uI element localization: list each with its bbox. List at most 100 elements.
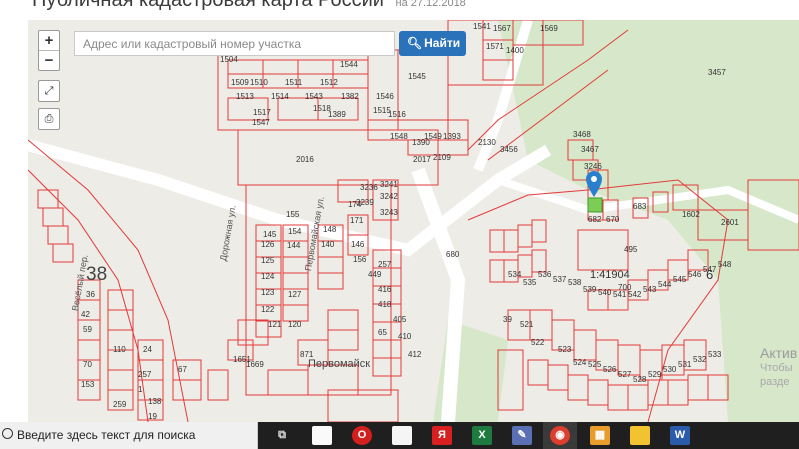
parcel-number-label: 1390 bbox=[412, 138, 430, 147]
parcel-number-label: 530 bbox=[663, 365, 677, 374]
parcel-number-label: 1541 bbox=[473, 22, 491, 31]
parcel-number-label: 529 bbox=[648, 370, 662, 379]
parcel-number-label: 39 bbox=[503, 315, 512, 324]
parcel-number-label: 1400 bbox=[506, 46, 524, 55]
parcel-number-label: 1602 bbox=[682, 210, 700, 219]
parcel-number-label: 541 bbox=[613, 290, 627, 299]
zoom-in-button[interactable]: + bbox=[39, 31, 59, 50]
parcel-number-label: 1 bbox=[138, 385, 143, 394]
parcel-number-label: 1509 bbox=[231, 78, 249, 87]
parcel-number-label: 155 bbox=[286, 210, 300, 219]
parcel-number-label: 124 bbox=[261, 272, 275, 281]
find-button[interactable]: 🔍︎ Найти bbox=[399, 31, 466, 56]
cadastral-map[interactable]: 38 1:41904 6 Первомайск Дорожная ул. Пер… bbox=[28, 20, 799, 422]
parcel-number-label: 418 bbox=[378, 300, 392, 309]
parcel-number-label: 1516 bbox=[388, 110, 406, 119]
parcel-number-label: 534 bbox=[508, 270, 522, 279]
parcel-number-label: 19 bbox=[148, 412, 157, 421]
file-icon[interactable] bbox=[312, 426, 332, 445]
parcel-number-label: 538 bbox=[568, 278, 582, 287]
parcel-number-label: 527 bbox=[618, 370, 632, 379]
search-box bbox=[74, 31, 395, 56]
search-icon: 🔍︎ bbox=[406, 36, 423, 50]
location-marker-icon[interactable] bbox=[585, 170, 603, 198]
parcel-number-label: 171 bbox=[350, 216, 364, 225]
paint-icon[interactable]: ✎ bbox=[512, 426, 532, 445]
parcel-number-label: 146 bbox=[351, 240, 365, 249]
page-title: Публичная кадастровая карта России на 27… bbox=[32, 0, 466, 12]
print-icon[interactable]: ⎙ bbox=[38, 108, 60, 130]
file-explorer-icon[interactable] bbox=[630, 426, 650, 445]
excel-icon[interactable]: X bbox=[472, 426, 492, 445]
parcel-number-label: 1547 bbox=[252, 118, 270, 127]
tablet-app-icon[interactable]: ▦ bbox=[590, 426, 610, 445]
parcel-number-label: 521 bbox=[520, 320, 534, 329]
parcel-number-label: 540 bbox=[598, 288, 612, 297]
parcel-number-label: 522 bbox=[531, 338, 545, 347]
activation-watermark-line2: Чтобы bbox=[760, 362, 793, 374]
parcel-number-label: 59 bbox=[83, 325, 92, 334]
fullscreen-icon[interactable]: ⤢ bbox=[38, 80, 60, 102]
parcel-number-label: 120 bbox=[288, 320, 302, 329]
chrome-icon[interactable]: ◉ bbox=[550, 426, 570, 445]
search-icon bbox=[2, 428, 13, 439]
parcel-number-label: 1513 bbox=[236, 92, 254, 101]
parcel-number-label: 140 bbox=[321, 240, 335, 249]
parcel-number-label: 871 bbox=[300, 350, 314, 359]
parcel-number-label: 123 bbox=[261, 288, 275, 297]
parcel-number-label: 416 bbox=[378, 285, 392, 294]
parcel-number-label: 495 bbox=[624, 245, 638, 254]
parcel-number-label: 412 bbox=[408, 350, 422, 359]
parcel-number-label: 1543 bbox=[305, 92, 323, 101]
parcel-number-label: 1517 bbox=[253, 108, 271, 117]
parcel-number-label: 683 bbox=[633, 202, 647, 211]
parcel-number-label: 65 bbox=[378, 328, 387, 337]
parcel-number-label: 547 bbox=[703, 265, 717, 274]
document-icon[interactable] bbox=[392, 426, 412, 445]
parcel-number-label: 3246 bbox=[584, 162, 602, 171]
parcel-number-label: 3243 bbox=[380, 208, 398, 217]
search-input[interactable] bbox=[75, 32, 394, 55]
parcel-number-label: 1514 bbox=[271, 92, 289, 101]
parcel-number-label: 539 bbox=[583, 285, 597, 294]
yandex-browser-icon[interactable]: Я bbox=[432, 426, 452, 445]
parcel-number-label: 110 bbox=[113, 345, 126, 354]
parcel-number-label: 125 bbox=[261, 256, 275, 265]
parcel-number-label: 1669 bbox=[246, 360, 264, 369]
parcel-number-label: 42 bbox=[81, 310, 90, 319]
page-title-date: на 27.12.2018 bbox=[395, 0, 466, 9]
parcel-number-label: 1548 bbox=[390, 132, 408, 141]
parcel-number-label: 523 bbox=[558, 345, 572, 354]
zoom-out-button[interactable]: − bbox=[39, 50, 59, 70]
parcel-number-label: 1546 bbox=[376, 92, 394, 101]
parcel-number-label: 680 bbox=[446, 250, 460, 259]
parcel-number-label: 145 bbox=[263, 230, 277, 239]
parcel-number-label: 531 bbox=[678, 360, 692, 369]
parcel-number-label: 122 bbox=[261, 305, 275, 314]
parcel-number-label: 535 bbox=[523, 278, 537, 287]
parcel-number-label: 121 bbox=[268, 320, 282, 329]
opera-icon[interactable]: O bbox=[352, 426, 372, 445]
parcel-number-label: 2109 bbox=[433, 153, 451, 162]
area-label-38: 38 bbox=[86, 264, 108, 285]
quarter-label: 1:41904 bbox=[590, 269, 630, 281]
task-view-icon[interactable]: ⧉ bbox=[272, 426, 292, 445]
parcel-number-label: 410 bbox=[398, 332, 412, 341]
parcel-number-label: 1389 bbox=[328, 110, 346, 119]
taskbar: Введите здесь текст для поиска ⧉ O Я X ✎… bbox=[0, 422, 799, 449]
parcel-number-label: 1504 bbox=[220, 55, 238, 64]
parcel-number-label: 548 bbox=[718, 260, 732, 269]
parcel-number-label: 1571 bbox=[486, 42, 504, 51]
word-icon[interactable]: W bbox=[670, 426, 690, 445]
parcel-number-label: 2017 bbox=[413, 155, 431, 164]
parcel-number-label: 1510 bbox=[250, 78, 268, 87]
parcel-number-label: 1544 bbox=[340, 60, 358, 69]
settlement-label: Первомайск bbox=[308, 358, 371, 370]
taskbar-search[interactable]: Введите здесь текст для поиска bbox=[0, 422, 258, 449]
activation-watermark-title: Актив bbox=[760, 345, 798, 361]
parcel-number-label: 1567 bbox=[493, 24, 511, 33]
parcel-number-label: 405 bbox=[393, 315, 407, 324]
parcel-number-label: 1511 bbox=[285, 78, 303, 87]
parcel-number-label: 536 bbox=[538, 270, 552, 279]
parcel-number-label: 2016 bbox=[296, 155, 314, 164]
